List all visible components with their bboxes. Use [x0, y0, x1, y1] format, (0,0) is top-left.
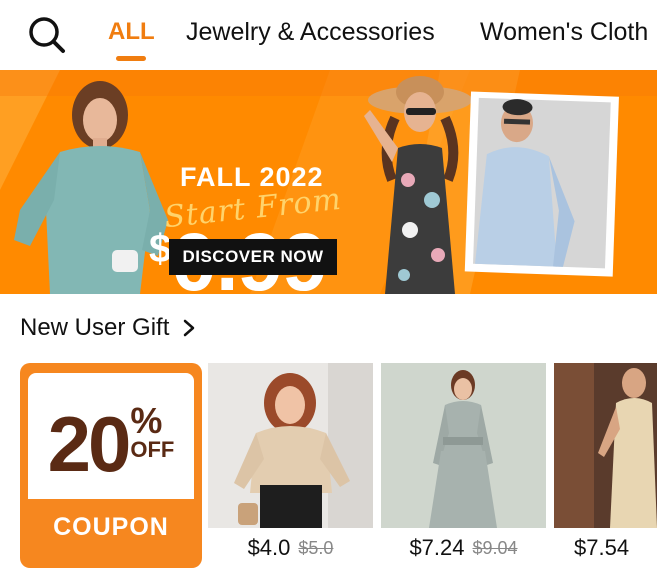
coupon-percent-value: 20 — [47, 400, 132, 488]
tab-jewelry-label: Jewelry & Accessories — [186, 18, 435, 46]
price-row: $7.24 $9.04 — [381, 528, 546, 568]
tab-all[interactable]: ALL — [108, 18, 155, 61]
price-row: $7.54 — [554, 528, 657, 568]
price-row: $4.0 $5.0 — [208, 528, 373, 568]
product-image — [554, 363, 657, 528]
tab-womens-clothing[interactable]: Women's Cloth — [480, 18, 648, 47]
product-image — [381, 363, 546, 528]
coupon-discount: 20% OFF — [28, 399, 194, 490]
product-card[interactable]: $7.24 $9.04 — [381, 363, 546, 568]
product-price: $4.0 — [247, 535, 291, 560]
top-nav: ALL Jewelry & Accessories Women's Cloth — [0, 0, 657, 68]
coupon-inner-panel: 20% OFF — [28, 373, 194, 499]
coupon-percent-sign: % — [130, 400, 163, 441]
new-user-gift-header[interactable]: New User Gift — [20, 314, 195, 342]
search-icon[interactable] — [26, 14, 68, 56]
tab-jewelry-accessories[interactable]: Jewelry & Accessories — [186, 18, 435, 47]
active-tab-indicator — [116, 56, 146, 61]
coupon-label: COUPON — [53, 513, 169, 541]
coupon-off-label: OFF — [130, 437, 175, 462]
product-original-price: $9.04 — [472, 537, 518, 558]
product-original-price: $5.0 — [298, 537, 334, 558]
banner-price-currency: $ — [149, 227, 172, 271]
tab-all-label: ALL — [108, 18, 155, 45]
product-price: $7.54 — [574, 535, 630, 560]
section-title: New User Gift — [20, 314, 170, 341]
product-price: $7.24 — [409, 535, 465, 560]
product-image — [208, 363, 373, 528]
discover-now-button[interactable]: DISCOVER NOW — [169, 239, 337, 275]
tab-women-label: Women's Cloth — [480, 18, 649, 46]
product-card[interactable]: $4.0 $5.0 — [208, 363, 373, 568]
product-card[interactable]: $7.54 — [554, 363, 657, 568]
chevron-right-icon — [184, 319, 195, 337]
coupon-card[interactable]: 20% OFF COUPON — [20, 363, 202, 568]
